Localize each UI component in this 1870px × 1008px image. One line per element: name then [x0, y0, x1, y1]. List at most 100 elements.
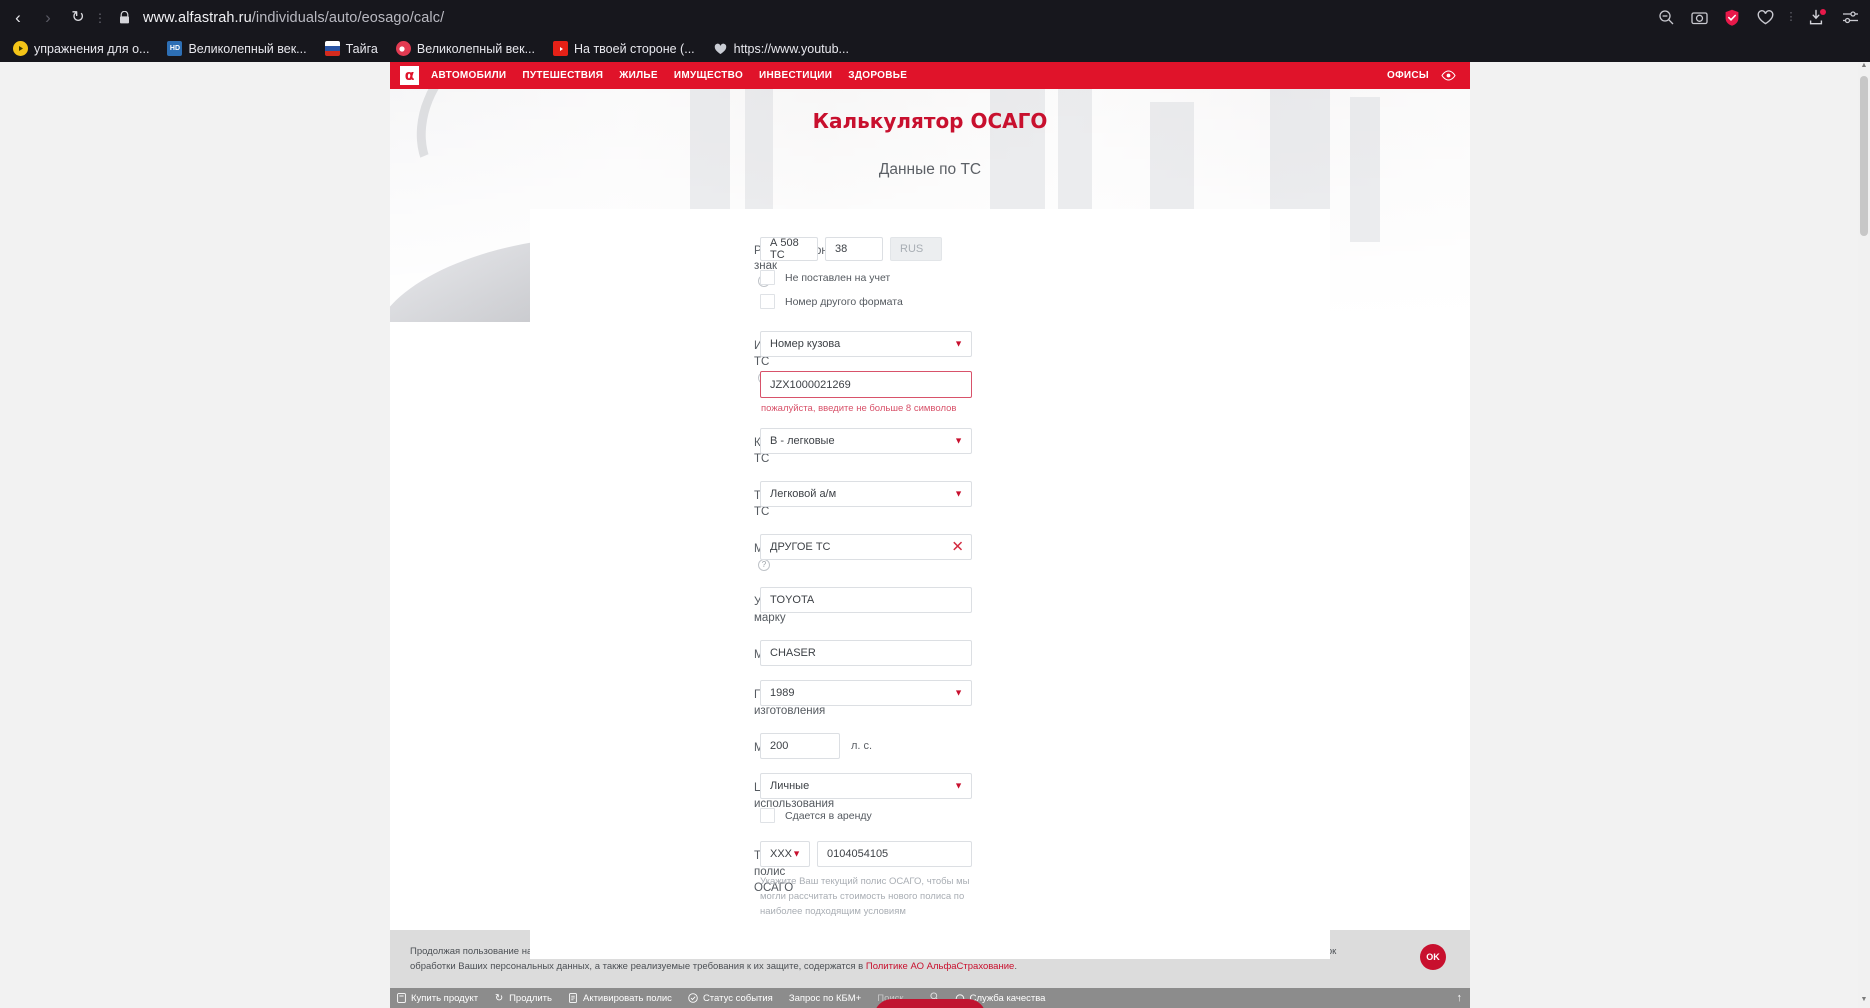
scroll-up-arrow-icon[interactable]: ▲ [1858, 62, 1870, 74]
cookie-ok-button[interactable]: OK [1420, 944, 1446, 970]
power-unit-label: л. с. [851, 740, 873, 752]
browser-chrome: ‹ › ↻ ⋮ www.alfastrah.ru/individuals/aut… [0, 0, 1870, 62]
plate-region-input[interactable]: 38 [825, 237, 883, 261]
bookmark-item[interactable]: Великолепный век... [387, 38, 544, 60]
category-select[interactable]: В - легковые ▼ [760, 428, 972, 454]
identifier-number-input[interactable]: JZX1000021269 [760, 371, 972, 398]
checkbox-row-not-registered[interactable]: Не поставлен на учет [760, 270, 1330, 285]
bookmark-item[interactable]: Тайга [316, 38, 387, 60]
form-row-power: Мощность 200 л. с. [530, 733, 1330, 759]
nav-link-offices[interactable]: ОФИСЫ [1387, 70, 1429, 81]
site-navigation: α АВТОМОБИЛИ ПУТЕШЕСТВИЯ ЖИЛЬЕ ИМУЩЕСТВО… [390, 62, 1470, 89]
nav-link-zdorovye[interactable]: ЗДОРОВЬЕ [848, 70, 907, 81]
other-format-checkbox[interactable] [760, 294, 775, 309]
bookmark-label: упражнения для о... [34, 41, 150, 56]
forward-icon[interactable]: › [33, 3, 63, 33]
accessibility-eye-icon[interactable] [1441, 68, 1456, 83]
category-value: В - легковые [770, 435, 835, 447]
policy-label: Текущий полис ОСАГО [754, 850, 800, 894]
purpose-label: Цель использования [754, 782, 835, 810]
model-label: Модель [530, 640, 795, 663]
type-value: Легковой а/м [770, 488, 837, 500]
form-row-year: Год изготовления 1989 ▼ [530, 680, 1330, 719]
address-bar[interactable]: www.alfastrah.ru/individuals/auto/eosago… [143, 10, 444, 26]
brand-label: Марка? [530, 534, 788, 573]
back-icon[interactable]: ‹ [3, 3, 33, 33]
browser-menu-dots-icon[interactable]: ⋮ [93, 11, 107, 25]
model-input[interactable]: CHASER [760, 640, 972, 666]
bookmark-item[interactable]: упражнения для о... [4, 38, 158, 60]
form-row-brand-detail: Уточните марку TOYOTA [530, 587, 1330, 626]
form-row-purpose: Цель использования Личные ▼ Сдается в ар… [530, 773, 1330, 823]
registration-plate-label: Регистрационный знак? [530, 237, 849, 289]
cookie-text-3: . [1014, 961, 1017, 972]
favorites-heart-icon[interactable] [1755, 8, 1775, 28]
bookmark-label: Великолепный век... [188, 41, 307, 56]
url-domain: www.alfastrah.ru [143, 9, 252, 26]
nav-link-imushchestvo[interactable]: ИМУЩЕСТВО [674, 70, 743, 81]
nav-link-investicii[interactable]: ИНВЕСТИЦИИ [759, 70, 832, 81]
type-select[interactable]: Легковой а/м ▼ [760, 481, 972, 507]
scroll-down-arrow-icon[interactable]: ▼ [1858, 996, 1870, 1008]
shield-protection-icon[interactable] [1722, 8, 1742, 28]
identifier-type-select[interactable]: Номер кузова ▼ [760, 331, 972, 357]
next-button-wrapper: ДАЛЕЕ [390, 999, 1470, 1008]
other-format-label: Номер другого формата [785, 295, 903, 308]
year-label: Год изготовления [754, 689, 826, 717]
hd-icon: HD [167, 41, 183, 56]
policy-link[interactable]: Политике АО АльфаСтрахование [866, 961, 1014, 972]
nav-link-zhilye[interactable]: ЖИЛЬЕ [619, 70, 658, 81]
bookmarks-bar: упражнения для о... HD Великолепный век.… [0, 35, 1870, 62]
browser-toolbar-icons: ⋮ [1656, 0, 1860, 35]
next-button[interactable]: ДАЛЕЕ [874, 999, 986, 1008]
url-path: /individuals/auto/eosago/calc/ [251, 9, 445, 26]
settings-sliders-icon[interactable] [1840, 8, 1860, 28]
rental-label: Сдается в аренду [785, 809, 872, 822]
brand-value: ДРУГОЕ ТС [770, 541, 831, 553]
help-icon[interactable]: ? [758, 558, 770, 571]
alfastrakhovanie-logo[interactable]: α [400, 66, 419, 85]
chevron-down-icon: ▼ [954, 488, 963, 499]
downloads-icon[interactable] [1807, 8, 1827, 28]
power-input[interactable]: 200 [760, 733, 840, 759]
policy-series-value: XXX [770, 848, 793, 860]
nav-link-avtomobili[interactable]: АВТОМОБИЛИ [431, 70, 506, 81]
not-registered-label: Не поставлен на учет [785, 271, 891, 284]
policy-number-input[interactable]: 0104054105 [817, 841, 972, 867]
overflow-dots-icon[interactable]: ⋮ [1786, 8, 1797, 28]
page-content: α АВТОМОБИЛИ ПУТЕШЕСТВИЯ ЖИЛЬЕ ИМУЩЕСТВО… [390, 62, 1470, 1008]
identifier-label: Идентификатор ТС? [530, 331, 839, 386]
bookmark-item[interactable]: https://www.youtub... [704, 38, 858, 60]
brand-detail-input[interactable]: TOYOTA [760, 587, 972, 613]
zoom-out-icon[interactable] [1656, 8, 1676, 28]
chevron-down-icon: ▼ [954, 338, 963, 349]
reload-icon[interactable]: ↻ [63, 3, 93, 33]
bookmark-label: Великолепный век... [416, 41, 535, 56]
checkbox-row-rental[interactable]: Сдается в аренду [760, 808, 1330, 823]
purpose-value: Личные [770, 780, 810, 792]
page-scrollbar[interactable]: ▲ ▼ [1858, 62, 1870, 1008]
year-select[interactable]: 1989 ▼ [760, 680, 972, 706]
section-title: Данные по ТС [878, 161, 982, 178]
clear-icon[interactable]: ✕ [951, 540, 964, 555]
brand-detail-label: Уточните марку [754, 596, 803, 624]
form-row-policy: Текущий полис ОСАГО XXX ▼ 0104054105 Ука… [530, 841, 1330, 919]
checkbox-row-other-format[interactable]: Номер другого формата [760, 294, 1330, 309]
page-title: Калькулятор ОСАГО [812, 109, 1048, 133]
scrollbar-thumb[interactable] [1860, 76, 1868, 236]
year-value: 1989 [770, 687, 795, 699]
power-label: Мощность [530, 733, 809, 756]
bookmark-item[interactable]: На твоей стороне (... [544, 38, 704, 60]
moon-icon [395, 41, 411, 56]
nav-link-puteshestviya[interactable]: ПУТЕШЕСТВИЯ [522, 70, 603, 81]
bookmark-item[interactable]: HD Великолепный век... [158, 38, 315, 60]
rental-checkbox[interactable] [760, 808, 775, 823]
purpose-select[interactable]: Личные ▼ [760, 773, 972, 799]
plate-number-input[interactable]: А 508 ТС [760, 237, 818, 261]
brand-field[interactable]: ДРУГОЕ ТС ✕ [760, 534, 972, 560]
youtube-play-icon [553, 41, 568, 56]
screenshot-camera-icon[interactable] [1689, 8, 1709, 28]
not-registered-checkbox[interactable] [760, 270, 775, 285]
bookmark-label: На твоей стороне (... [574, 41, 695, 56]
policy-series-select[interactable]: XXX ▼ [760, 841, 810, 867]
